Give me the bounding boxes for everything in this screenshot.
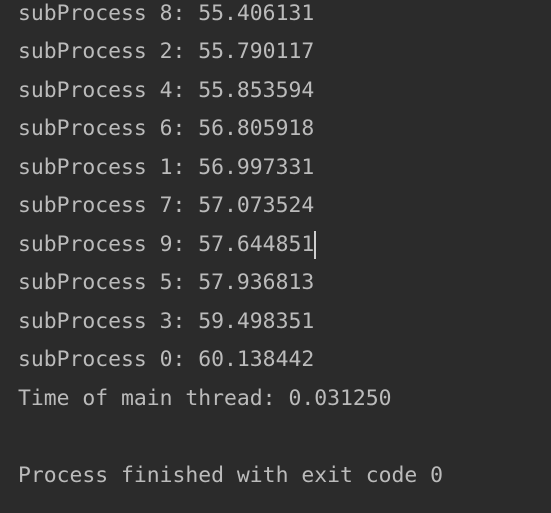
text-caret [314, 231, 317, 259]
console-line: subProcess 0: 60.138442 [18, 347, 315, 372]
console-line: subProcess 1: 56.997331 [18, 155, 315, 180]
console-line: subProcess 4: 55.853594 [18, 78, 315, 103]
console-line-with-caret: subProcess 9: 57.644851 [18, 231, 317, 259]
console-line: subProcess 5: 57.936813 [18, 270, 315, 295]
console-line: subProcess 3: 59.498351 [18, 309, 315, 334]
console-line: subProcess 7: 57.073524 [18, 193, 315, 218]
console-line: subProcess 8: 55.406131 [18, 1, 315, 26]
console-line: subProcess 6: 56.805918 [18, 116, 315, 141]
run-console-output[interactable]: subProcess 8: 55.406131 subProcess 2: 55… [0, 0, 551, 513]
console-line-main-thread-time: Time of main thread: 0.031250 [18, 386, 392, 411]
console-line: subProcess 2: 55.790117 [18, 39, 315, 64]
console-line-exit-status: Process finished with exit code 0 [18, 463, 443, 488]
console-line-text: subProcess 9: 57.644851 [18, 232, 315, 257]
